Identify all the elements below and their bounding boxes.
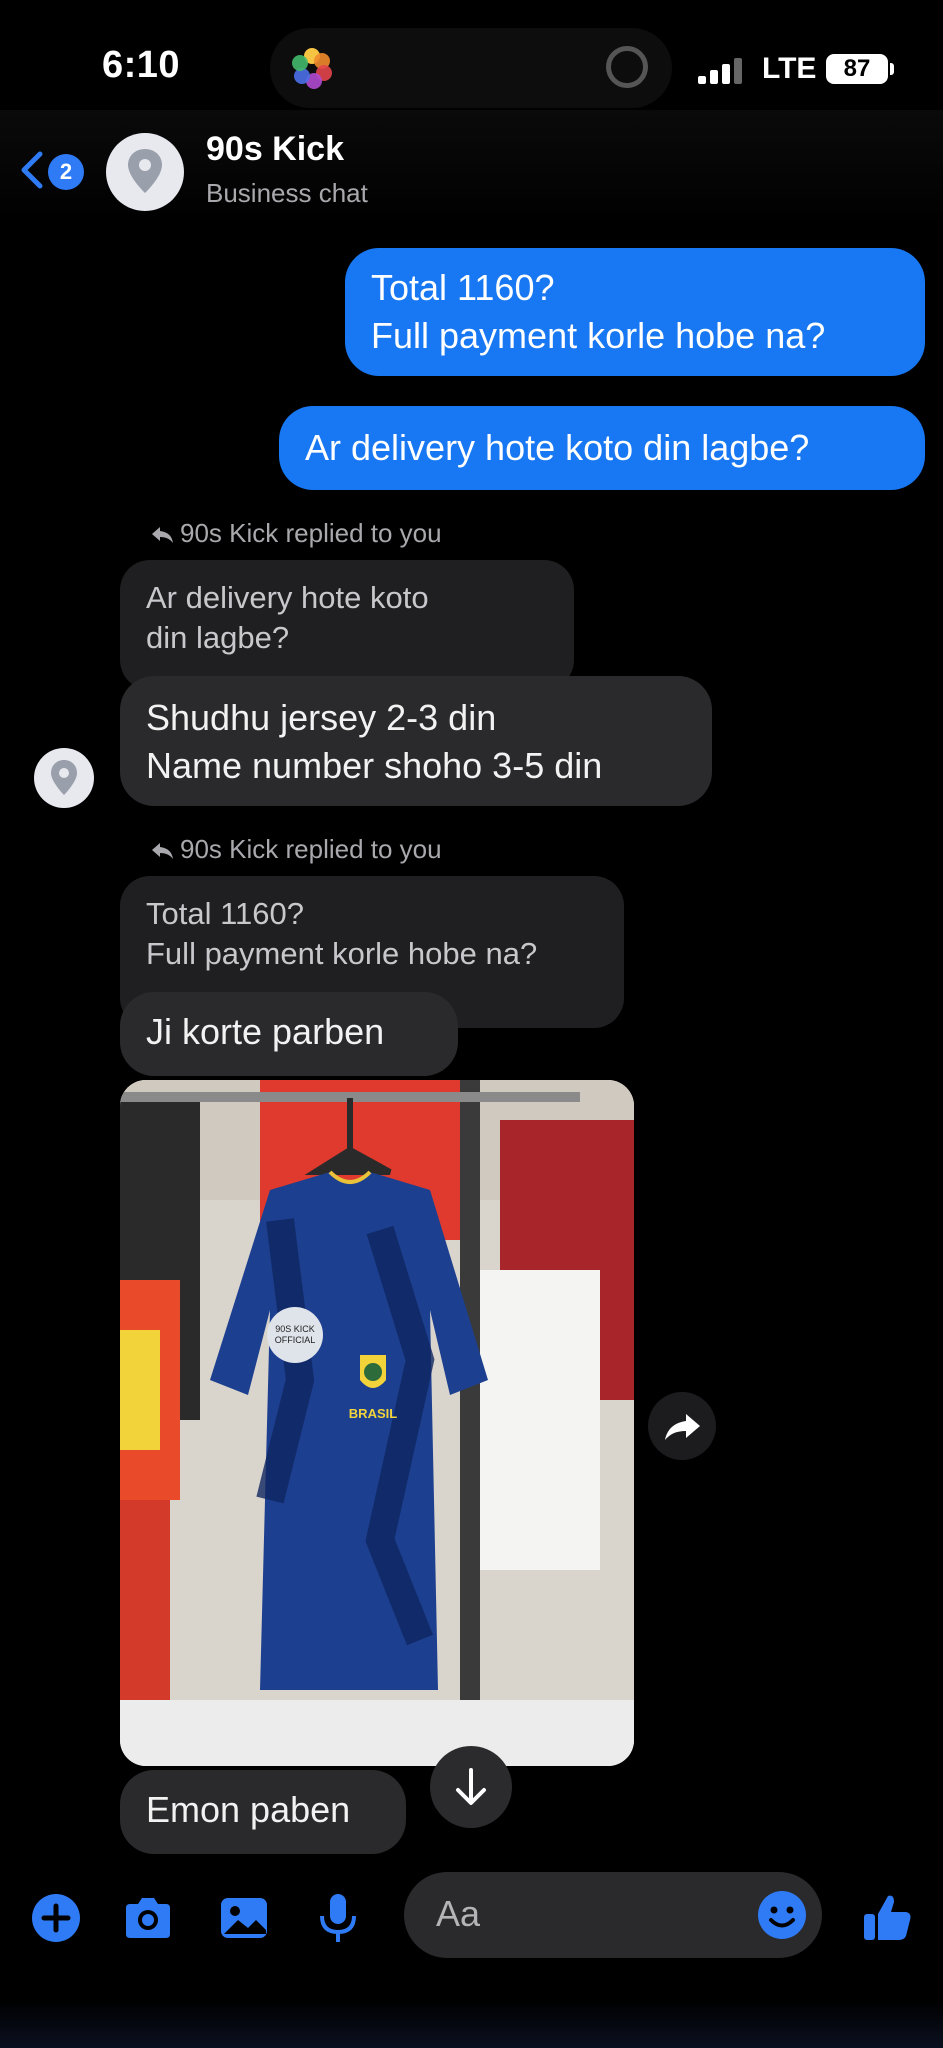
home-indicator-area xyxy=(0,2000,943,2048)
share-button[interactable] xyxy=(648,1392,716,1460)
emoji-icon[interactable] xyxy=(756,1889,808,1941)
quote-line: Total 1160? xyxy=(146,896,304,931)
chevron-left-icon[interactable] xyxy=(18,150,46,190)
battery-level: 87 xyxy=(826,54,888,84)
message-line: Name number shoho 3-5 din xyxy=(146,745,603,786)
outgoing-message[interactable]: Ar delivery hote koto din lagbe? xyxy=(279,406,925,490)
message-line: Full payment korle hobe na? xyxy=(371,315,826,356)
outgoing-message[interactable]: Total 1160? Full payment korle hobe na? xyxy=(345,248,925,376)
photo-badge-text: OFFICIAL xyxy=(275,1335,316,1345)
cellular-signal-icon xyxy=(698,58,742,84)
network-type: LTE xyxy=(762,52,817,85)
message-line: Shudhu jersey 2-3 din xyxy=(146,697,497,738)
quoted-message[interactable]: Ar delivery hote koto din lagbe? xyxy=(120,560,574,690)
photo-badge-text: 90S KICK xyxy=(275,1324,315,1334)
sender-avatar[interactable] xyxy=(34,748,94,808)
incoming-message[interactable]: Shudhu jersey 2-3 din Name number shoho … xyxy=(120,676,712,806)
plus-icon[interactable] xyxy=(28,1890,84,1946)
incoming-message[interactable]: Ji korte parben xyxy=(120,992,458,1076)
message-line: Emon paben xyxy=(146,1789,351,1830)
unread-count-badge[interactable]: 2 xyxy=(48,154,84,190)
share-icon xyxy=(665,1414,700,1440)
status-time: 6:10 xyxy=(102,44,181,86)
replied-to-you-note: 90s Kick replied to you xyxy=(150,834,442,865)
jersey-photo[interactable]: 90S KICK OFFICIAL BRASIL xyxy=(120,1080,634,1766)
message-line: Ar delivery hote koto din lagbe? xyxy=(305,427,810,468)
reply-note-text: 90s Kick replied to you xyxy=(180,834,442,864)
microphone-icon[interactable] xyxy=(310,1890,366,1946)
message-line: Total 1160? xyxy=(371,267,555,308)
reply-note-text: 90s Kick replied to you xyxy=(180,518,442,548)
camera-icon[interactable] xyxy=(120,1890,176,1946)
reply-arrow-icon xyxy=(152,843,173,859)
scroll-to-bottom-button[interactable] xyxy=(430,1746,512,1828)
quote-line: Full payment korle hobe na? xyxy=(146,936,538,971)
contact-avatar[interactable] xyxy=(106,133,184,211)
jersey-photo-art: 90S KICK OFFICIAL BRASIL xyxy=(120,1080,634,1766)
message-input-placeholder[interactable]: Aa xyxy=(436,1893,480,1935)
location-pin-icon xyxy=(128,149,162,193)
incoming-message[interactable]: Emon paben xyxy=(120,1770,406,1854)
quote-line: Ar delivery hote koto xyxy=(146,580,429,615)
location-pin-icon xyxy=(51,760,77,795)
crest-globe xyxy=(364,1363,382,1381)
arrow-down-icon xyxy=(456,1768,486,1805)
activity-ring-icon xyxy=(606,46,648,88)
photo-crest-text: BRASIL xyxy=(349,1406,397,1421)
replied-to-you-note: 90s Kick replied to you xyxy=(150,518,442,549)
quote-line: din lagbe? xyxy=(146,620,290,655)
contact-name[interactable]: 90s Kick xyxy=(206,130,344,169)
thumbs-up-icon[interactable] xyxy=(860,1890,916,1946)
battery-nub xyxy=(890,63,894,75)
image-icon[interactable] xyxy=(216,1890,272,1946)
photos-app-icon xyxy=(292,48,332,89)
message-line: Ji korte parben xyxy=(146,1011,385,1052)
reply-arrow-icon xyxy=(152,527,173,543)
contact-subtitle: Business chat xyxy=(206,178,368,208)
